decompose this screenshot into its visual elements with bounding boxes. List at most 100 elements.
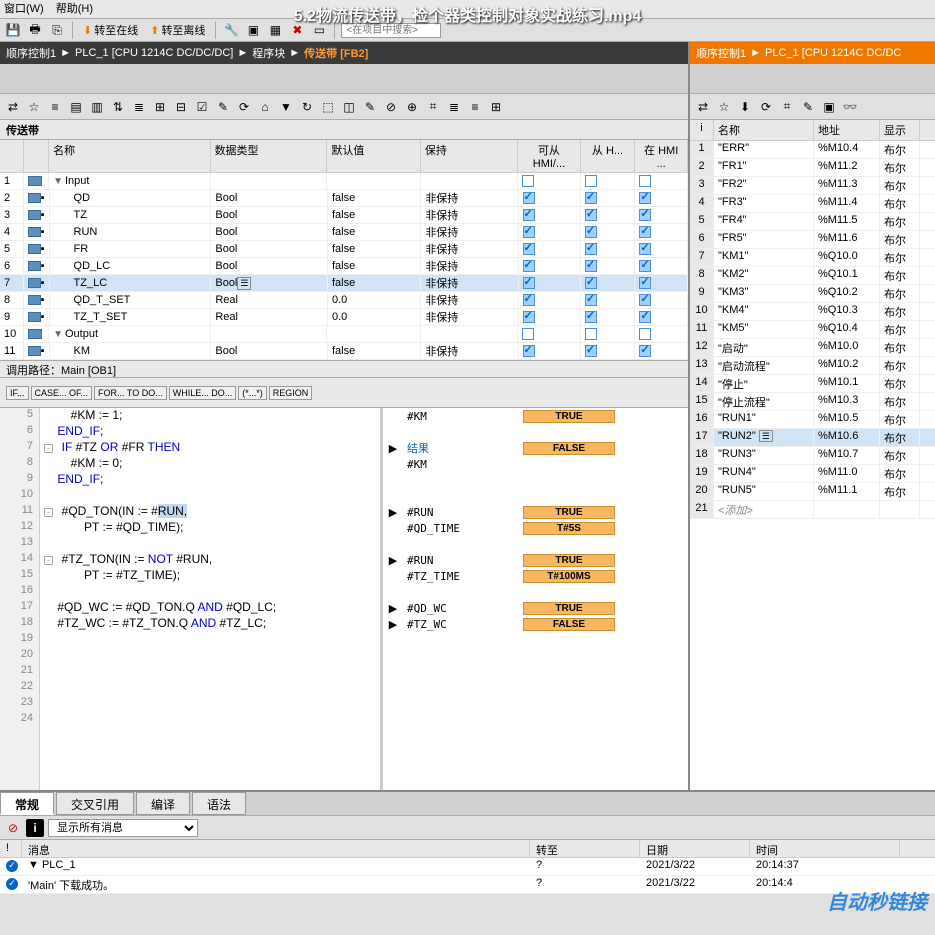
- crumb-project[interactable]: 顺序控制1: [6, 45, 56, 61]
- message-filter-dropdown[interactable]: 显示所有消息: [48, 819, 198, 837]
- ct-region[interactable]: REGION: [269, 386, 313, 400]
- var-row[interactable]: 2 ▪QDBoolfalse非保持: [0, 190, 688, 207]
- et-17[interactable]: ◫: [340, 98, 358, 116]
- copy-icon[interactable]: ⎘: [48, 21, 66, 39]
- tag-row[interactable]: 4"FR3"%M11.4布尔: [690, 195, 935, 213]
- print-icon[interactable]: 🖶: [26, 21, 44, 39]
- et-5[interactable]: ▥: [88, 98, 106, 116]
- watch-row: ▶#RUNTRUE: [383, 552, 688, 568]
- var-row[interactable]: 10▼Output: [0, 326, 688, 343]
- et-21[interactable]: ⌗: [424, 98, 442, 116]
- rt-6[interactable]: ✎: [799, 98, 817, 116]
- tag-row[interactable]: 6"FR5"%M11.6布尔: [690, 231, 935, 249]
- et-14[interactable]: ▼: [277, 98, 295, 116]
- et-19[interactable]: ⊘: [382, 98, 400, 116]
- et-9[interactable]: ⊟: [172, 98, 190, 116]
- tag-row[interactable]: 19"RUN4"%M11.0布尔: [690, 465, 935, 483]
- et-8[interactable]: ⊞: [151, 98, 169, 116]
- var-row[interactable]: 9 ▪TZ_T_SETReal0.0非保持: [0, 309, 688, 326]
- tab-xref[interactable]: 交叉引用: [56, 792, 134, 815]
- crumb-plc-r[interactable]: PLC_1 [CPU 1214C DC/DC: [765, 47, 901, 59]
- tag-row[interactable]: 8"KM2"%Q10.1布尔: [690, 267, 935, 285]
- tag-row[interactable]: 17"RUN2" ☰%M10.6布尔: [690, 429, 935, 447]
- et-20[interactable]: ⊕: [403, 98, 421, 116]
- et-23[interactable]: ≡: [466, 98, 484, 116]
- var-row[interactable]: 3 ▪TZBoolfalse非保持: [0, 207, 688, 224]
- et-2[interactable]: ☆: [25, 98, 43, 116]
- watch-row: ▶#TZ_WCFALSE: [383, 616, 688, 632]
- tag-row[interactable]: 21<添加>: [690, 501, 935, 519]
- var-row[interactable]: 6 ▪QD_LCBoolfalse非保持: [0, 258, 688, 275]
- et-7[interactable]: ≣: [130, 98, 148, 116]
- et-22[interactable]: ≣: [445, 98, 463, 116]
- et-12[interactable]: ⟳: [235, 98, 253, 116]
- watch-row: [383, 424, 688, 440]
- et-13[interactable]: ⌂: [256, 98, 274, 116]
- tag-row[interactable]: 2"FR1"%M11.2布尔: [690, 159, 935, 177]
- tool-icon-2[interactable]: ▣: [244, 21, 262, 39]
- ct-if[interactable]: IF...: [6, 386, 29, 400]
- tool-icon-3[interactable]: ▦: [266, 21, 284, 39]
- tag-row[interactable]: 16"RUN1"%M10.5布尔: [690, 411, 935, 429]
- tag-row[interactable]: 9"KM3"%Q10.2布尔: [690, 285, 935, 303]
- var-row[interactable]: 1▼Input: [0, 173, 688, 190]
- tab-syntax[interactable]: 语法: [192, 792, 246, 815]
- tag-row[interactable]: 14"停止"%M10.1布尔: [690, 375, 935, 393]
- tag-row[interactable]: 7"KM1"%Q10.0布尔: [690, 249, 935, 267]
- var-row[interactable]: 8 ▪QD_T_SETReal0.0非保持: [0, 292, 688, 309]
- tab-compile[interactable]: 编译: [136, 792, 190, 815]
- et-16[interactable]: ⬚: [319, 98, 337, 116]
- info-icon[interactable]: i: [26, 819, 44, 837]
- ct-case[interactable]: CASE... OF...: [31, 386, 93, 400]
- tag-row[interactable]: 1"ERR"%M10.4布尔: [690, 141, 935, 159]
- crumb-fb[interactable]: 传送带 [FB2]: [304, 45, 368, 61]
- et-10[interactable]: ☑: [193, 98, 211, 116]
- tag-row[interactable]: 10"KM4"%Q10.3布尔: [690, 303, 935, 321]
- rt-3[interactable]: ⬇: [736, 98, 754, 116]
- tag-row[interactable]: 3"FR2"%M11.3布尔: [690, 177, 935, 195]
- rt-8[interactable]: 👓: [841, 98, 859, 116]
- rt-5[interactable]: ⌗: [778, 98, 796, 116]
- tag-row[interactable]: 15"停止流程"%M10.3布尔: [690, 393, 935, 411]
- et-3[interactable]: ≡: [46, 98, 64, 116]
- tag-row[interactable]: 11"KM5"%Q10.4布尔: [690, 321, 935, 339]
- et-6[interactable]: ⇅: [109, 98, 127, 116]
- go-offline-button[interactable]: ⬆转至离线: [146, 22, 209, 38]
- code-editor[interactable]: 56789101112131415161718192021222324 #KM …: [0, 408, 688, 792]
- et-24[interactable]: ⊞: [487, 98, 505, 116]
- message-row[interactable]: ✓ 'Main' 下载成功。?2021/3/2220:14:4: [0, 876, 935, 894]
- crumb-project-r[interactable]: 顺序控制1: [696, 45, 746, 61]
- rt-4[interactable]: ⟳: [757, 98, 775, 116]
- rt-2[interactable]: ☆: [715, 98, 733, 116]
- menu-help[interactable]: 帮助(H): [56, 0, 93, 18]
- tag-row[interactable]: 5"FR4"%M11.5布尔: [690, 213, 935, 231]
- crumb-blocks[interactable]: 程序块: [252, 45, 285, 61]
- et-4[interactable]: ▤: [67, 98, 85, 116]
- menu-window[interactable]: 窗口(W): [4, 0, 44, 18]
- ct-while[interactable]: WHILE... DO...: [169, 386, 237, 400]
- message-row[interactable]: ✓▼ PLC_1?2021/3/2220:14:37: [0, 858, 935, 876]
- tag-row[interactable]: 18"RUN3"%M10.7布尔: [690, 447, 935, 465]
- tab-general[interactable]: 常规: [0, 792, 54, 815]
- tool-icon-1[interactable]: 🔧: [222, 21, 240, 39]
- var-row[interactable]: 5 ▪FRBoolfalse非保持: [0, 241, 688, 258]
- tag-row[interactable]: 13"启动流程"%M10.2布尔: [690, 357, 935, 375]
- et-1[interactable]: ⇄: [4, 98, 22, 116]
- ct-comment[interactable]: (*...*): [238, 386, 267, 400]
- rt-1[interactable]: ⇄: [694, 98, 712, 116]
- crumb-plc[interactable]: PLC_1 [CPU 1214C DC/DC/DC]: [75, 47, 233, 59]
- et-11[interactable]: ✎: [214, 98, 232, 116]
- et-15[interactable]: ↻: [298, 98, 316, 116]
- go-online-button[interactable]: ⬇转至在线: [79, 22, 142, 38]
- watch-row: [383, 680, 688, 696]
- tag-row[interactable]: 12"启动"%M10.0布尔: [690, 339, 935, 357]
- var-row[interactable]: 4 ▪RUNBoolfalse非保持: [0, 224, 688, 241]
- ct-for[interactable]: FOR... TO DO...: [94, 386, 167, 400]
- et-18[interactable]: ✎: [361, 98, 379, 116]
- var-row[interactable]: 7 ▪TZ_LCBool ☰false非保持: [0, 275, 688, 292]
- tag-row[interactable]: 20"RUN5"%M11.1布尔: [690, 483, 935, 501]
- var-row[interactable]: 11 ▪KMBoolfalse非保持: [0, 343, 688, 360]
- error-icon[interactable]: ⊘: [4, 819, 22, 837]
- save-icon[interactable]: 💾: [4, 21, 22, 39]
- rt-7[interactable]: ▣: [820, 98, 838, 116]
